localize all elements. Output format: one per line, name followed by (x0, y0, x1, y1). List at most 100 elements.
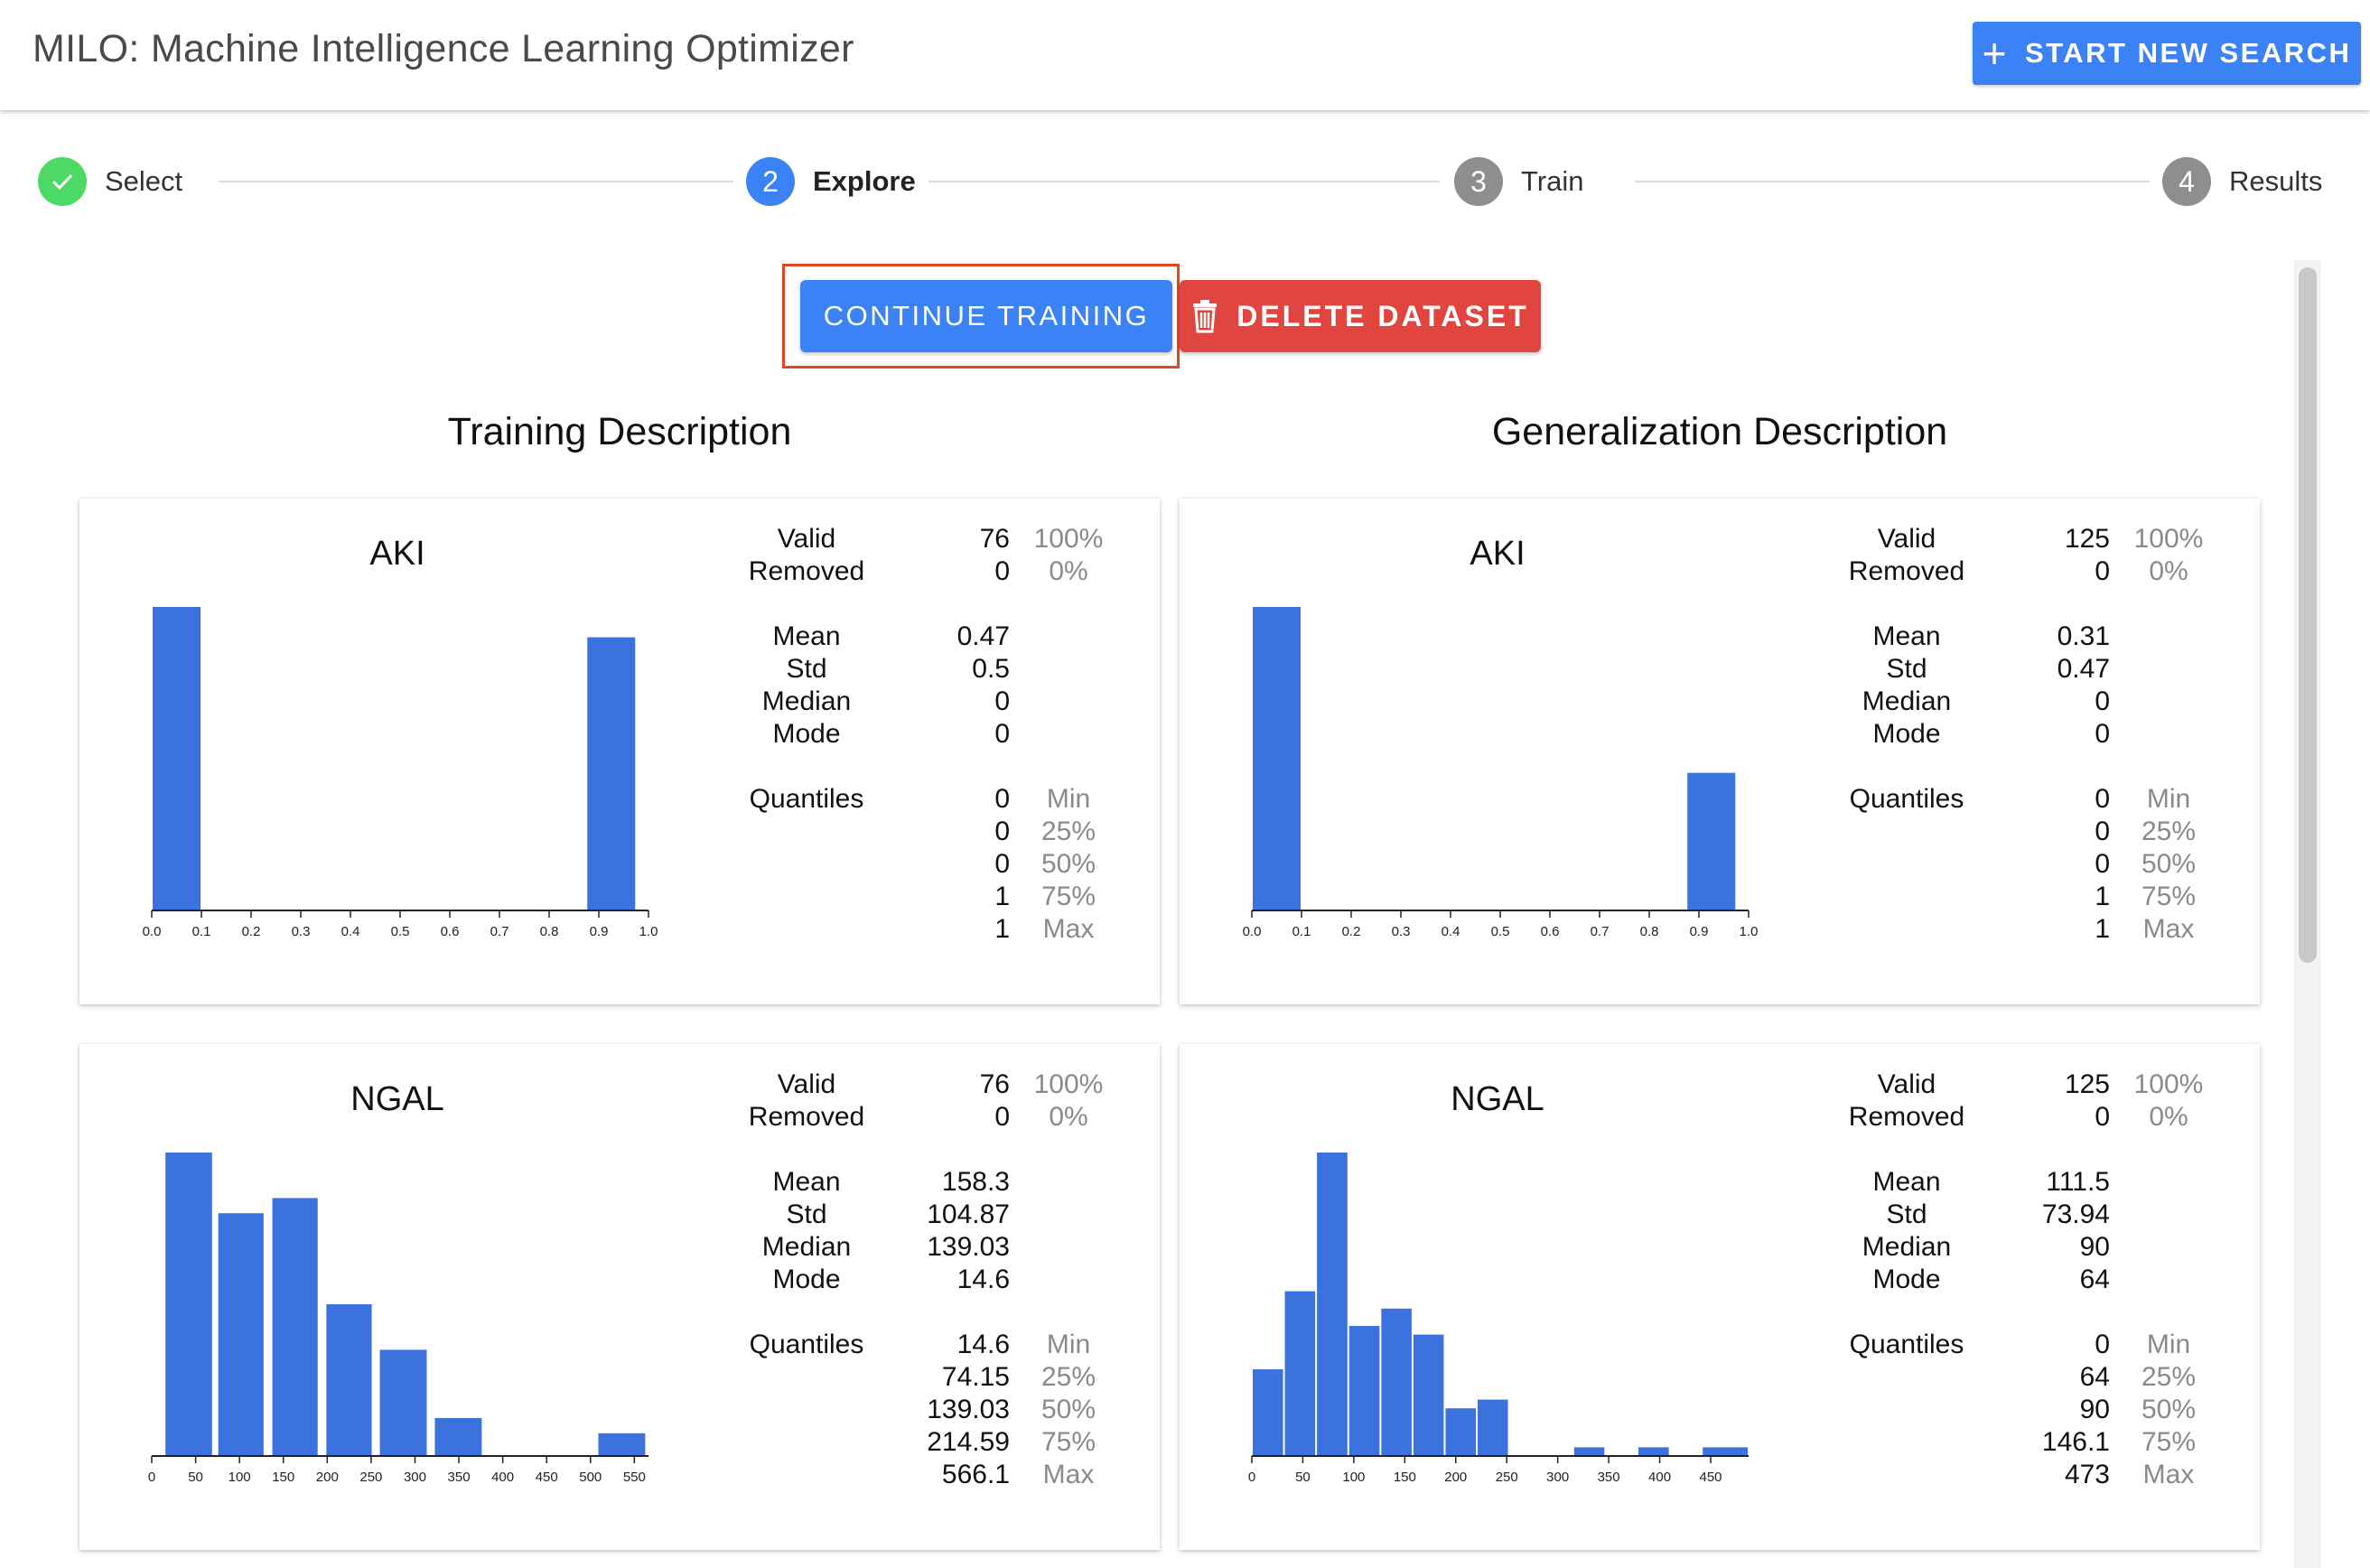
stat-row: Quantiles 0 Min (1812, 1330, 2245, 1362)
step-results[interactable]: 4 Results (2162, 157, 2322, 206)
stat-row: Mode 14.6 (712, 1265, 1145, 1297)
step-connector (219, 181, 733, 182)
stat-percent: Max (2142, 1460, 2195, 1489)
stat-value: 74.15 (941, 1362, 1010, 1392)
x-tick-label: 0.2 (242, 924, 261, 939)
stat-row: 64 25% (1812, 1362, 2245, 1395)
stat-label: Valid (777, 524, 836, 554)
stat-row: 0 50% (712, 849, 1145, 882)
stat-row: Std 0.47 (1812, 654, 2245, 686)
histogram-bar (1687, 772, 1736, 910)
step-select[interactable]: Select (38, 157, 182, 206)
stat-percent: 100% (1033, 524, 1104, 554)
x-tick-label: 0.5 (1491, 924, 1510, 939)
stat-label: Mean (1872, 621, 1941, 651)
stat-value: 1 (2095, 882, 2110, 911)
variable-card-gen-ngal: NGAL 0 50 100 150 200 250 300 350 400 450 Valid 125 1… (1180, 1044, 2260, 1550)
stat-value: 0 (994, 719, 1010, 749)
stat-label: Mode (1872, 719, 1941, 749)
x-tick-label: 0.0 (143, 924, 162, 939)
stat-row: 0 25% (712, 817, 1145, 849)
histogram-bar (1253, 1369, 1283, 1456)
continue-training-button[interactable]: CONTINUE TRAINING (800, 280, 1172, 352)
stat-value: 0 (994, 556, 1010, 586)
x-tick-label: 0 (1248, 1470, 1255, 1485)
x-tick-label: 50 (1295, 1470, 1311, 1485)
x-tick-label: 0.8 (1640, 924, 1659, 939)
stat-label: Quantiles (749, 1330, 864, 1359)
stat-label: Mode (772, 719, 841, 749)
histogram-bar (1284, 1291, 1316, 1456)
step-label: Explore (813, 165, 916, 197)
stat-percent: 50% (2141, 849, 2197, 879)
step-connector (928, 181, 1440, 182)
stat-value: 76 (979, 1069, 1010, 1099)
stat-label: Removed (1848, 1102, 1965, 1132)
step-connector (1635, 181, 2150, 182)
stat-percent: Min (1046, 1330, 1091, 1359)
stat-percent: 50% (1040, 849, 1096, 879)
x-tick-label: 400 (491, 1470, 514, 1485)
x-tick-label: 350 (1598, 1470, 1620, 1485)
stat-percent: 100% (2133, 524, 2204, 554)
step-label: Results (2229, 165, 2323, 197)
x-tick-label: 500 (579, 1470, 602, 1485)
stat-row: Valid 125 100% (1812, 1069, 2245, 1102)
stat-percent: 25% (2141, 817, 2197, 846)
stat-value: 104.87 (927, 1199, 1010, 1229)
x-tick-label: 0.3 (292, 924, 311, 939)
stat-row: Removed 0 0% (712, 556, 1145, 589)
stat-value: 139.03 (927, 1232, 1010, 1262)
x-tick-label: 1.0 (639, 924, 658, 939)
histogram-bar (272, 1198, 318, 1456)
stat-percent: Max (1042, 914, 1095, 944)
stat-value: 90 (2079, 1232, 2110, 1262)
stat-value: 1 (994, 914, 1010, 944)
step-explore[interactable]: 2 Explore (746, 157, 916, 206)
stepper: Select 2 Explore 3 Train 4 Results (0, 110, 2370, 255)
x-tick-label: 350 (448, 1470, 471, 1485)
delete-dataset-label: DELETE DATASET (1236, 299, 1529, 332)
stat-value: 125 (2064, 1069, 2110, 1099)
step-number: 3 (1454, 157, 1503, 206)
stat-value: 214.59 (927, 1427, 1010, 1457)
x-tick-label: 450 (1699, 1470, 1722, 1485)
stat-value: 14.6 (956, 1265, 1010, 1294)
stat-value: 0.5 (972, 654, 1010, 684)
stat-row: Mean 111.5 (1812, 1167, 2245, 1199)
histogram-bar (218, 1213, 264, 1456)
histogram-chart: 0 50 100 150 200 250 300 350 400 450 500 550 (148, 1153, 648, 1485)
x-tick-label: 200 (1444, 1470, 1467, 1485)
x-tick-label: 1.0 (1740, 924, 1759, 939)
histogram-bar (1253, 607, 1301, 910)
step-number: 2 (746, 157, 795, 206)
x-tick-label: 0.2 (1342, 924, 1361, 939)
x-tick-label: 300 (404, 1470, 426, 1485)
variable-card-train-ngal: NGAL 0 50 100 150 200 250 300 350 400 450 500 550 Val… (79, 1044, 1160, 1550)
stat-percent: 75% (2141, 882, 2197, 911)
scrollbar-thumb[interactable] (2299, 267, 2317, 963)
x-tick-label: 0.5 (391, 924, 410, 939)
start-new-search-button[interactable]: + START NEW SEARCH (1973, 22, 2361, 85)
stat-value: 0 (2095, 556, 2110, 586)
stat-row: Valid 125 100% (1812, 524, 2245, 556)
histogram-bar (1348, 1326, 1380, 1456)
x-tick-label: 0.1 (192, 924, 211, 939)
stat-label: Median (761, 1232, 852, 1262)
step-train[interactable]: 3 Train (1454, 157, 1583, 206)
stat-row: 90 50% (1812, 1395, 2245, 1427)
stat-row: Median 139.03 (712, 1232, 1145, 1265)
stat-row: 473 Max (1812, 1460, 2245, 1492)
x-tick-label: 150 (1394, 1470, 1416, 1485)
histogram-bar (165, 1153, 212, 1456)
stat-row: 0 25% (1812, 817, 2245, 849)
histogram-bar (153, 607, 201, 910)
stat-percent: 50% (1040, 1395, 1096, 1424)
stat-value: 0 (994, 849, 1010, 879)
x-tick-label: 400 (1648, 1470, 1671, 1485)
stat-row: Removed 0 0% (1812, 1102, 2245, 1134)
stat-value: 146.1 (2041, 1427, 2110, 1457)
delete-dataset-button[interactable]: DELETE DATASET (1180, 280, 1541, 352)
stat-row: 1 Max (1812, 914, 2245, 947)
stat-value: 473 (2064, 1460, 2110, 1489)
